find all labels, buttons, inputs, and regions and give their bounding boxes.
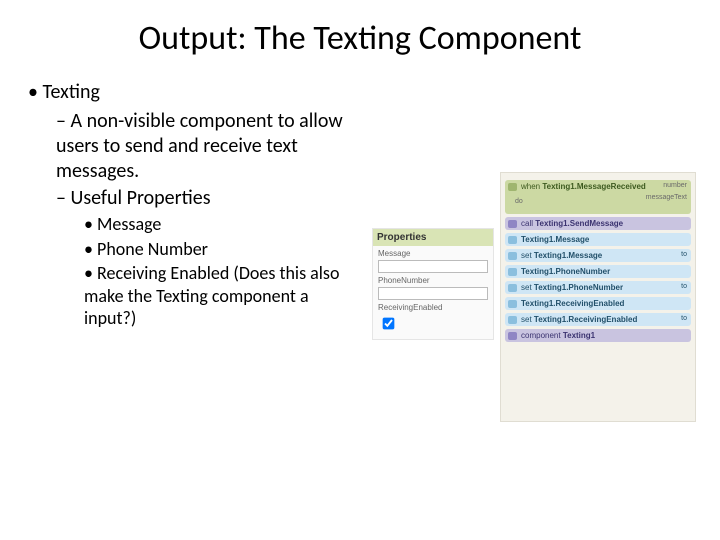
prop-message-input[interactable]	[378, 260, 488, 273]
blocks-panel: when Texting1.MessageReceived number mes…	[500, 172, 696, 422]
block-label: Texting1.Message	[534, 251, 602, 260]
block-call-sendmessage[interactable]: call Texting1.SendMessage	[505, 217, 691, 230]
block-set-phonenumber[interactable]: set Texting1.PhoneNumber to	[505, 281, 691, 294]
block-prefix: call	[521, 219, 533, 228]
block-prefix: component	[521, 331, 561, 340]
block-prefix: set	[521, 283, 532, 292]
block-label: Texting1.ReceivingEnabled	[534, 315, 637, 324]
block-get-receivingenabled[interactable]: Texting1.ReceivingEnabled	[505, 297, 691, 310]
block-set-message[interactable]: set Texting1.Message to	[505, 249, 691, 262]
slide: Output: The Texting Component Texting A …	[0, 0, 720, 540]
prop-message-label: Message	[378, 249, 488, 258]
block-suffix: to	[681, 283, 687, 290]
block-component-texting1[interactable]: component Texting1	[505, 329, 691, 342]
block-get-message[interactable]: Texting1.Message	[505, 233, 691, 246]
block-set-receivingenabled[interactable]: set Texting1.ReceivingEnabled to	[505, 313, 691, 326]
prop-phone-label: PhoneNumber	[378, 276, 488, 285]
prop-phone-input[interactable]	[378, 287, 488, 300]
block-event-message-received[interactable]: when Texting1.MessageReceived number mes…	[505, 180, 691, 214]
block-label: Texting1.SendMessage	[535, 219, 623, 228]
prop-receiving-checkbox[interactable]	[383, 318, 395, 330]
puzzle-notch-icon	[508, 183, 517, 191]
puzzle-notch-icon	[508, 332, 517, 340]
puzzle-notch-icon	[508, 316, 517, 324]
puzzle-notch-icon	[508, 220, 517, 228]
block-arg-messagetext: messageText	[646, 194, 687, 201]
block-prefix: set	[521, 251, 532, 260]
bullet-texting: Texting	[28, 80, 358, 105]
properties-header: Properties	[373, 229, 493, 246]
bullet-useful-properties: Useful Properties	[56, 186, 358, 211]
bullet-phone-number: Phone Number	[84, 238, 358, 261]
puzzle-notch-icon	[508, 300, 517, 308]
block-label: Texting1.ReceivingEnabled	[521, 299, 624, 308]
bullet-receiving-enabled: Receiving Enabled (Does this also make t…	[84, 262, 358, 330]
prop-receiving-label: ReceivingEnabled	[378, 303, 488, 312]
prop-phone: PhoneNumber	[373, 273, 493, 300]
prop-receiving: ReceivingEnabled	[373, 300, 493, 339]
block-suffix: to	[681, 315, 687, 322]
block-label: Texting1.MessageReceived	[542, 182, 645, 191]
slide-title: Output: The Texting Component	[0, 18, 720, 59]
block-label: Texting1.Message	[521, 235, 589, 244]
puzzle-notch-icon	[508, 236, 517, 244]
slide-body: Texting A non-visible component to allow…	[28, 80, 358, 332]
block-get-phonenumber[interactable]: Texting1.PhoneNumber	[505, 265, 691, 278]
block-prefix: when	[521, 182, 540, 191]
block-label: Texting1.PhoneNumber	[521, 267, 610, 276]
block-suffix: to	[681, 251, 687, 258]
puzzle-notch-icon	[508, 268, 517, 276]
block-label: Texting1.PhoneNumber	[534, 283, 623, 292]
block-prefix: set	[521, 315, 532, 324]
prop-message: Message	[373, 246, 493, 273]
puzzle-notch-icon	[508, 252, 517, 260]
block-label: Texting1	[563, 331, 595, 340]
properties-panel: Properties Message PhoneNumber Receiving…	[372, 228, 494, 340]
bullet-description: A non-visible component to allow users t…	[56, 109, 358, 184]
block-arg-number: number	[663, 182, 687, 189]
puzzle-notch-icon	[508, 284, 517, 292]
block-do: do	[515, 198, 523, 205]
prop-receiving-check-wrap	[378, 314, 488, 333]
bullet-message: Message	[84, 213, 358, 236]
